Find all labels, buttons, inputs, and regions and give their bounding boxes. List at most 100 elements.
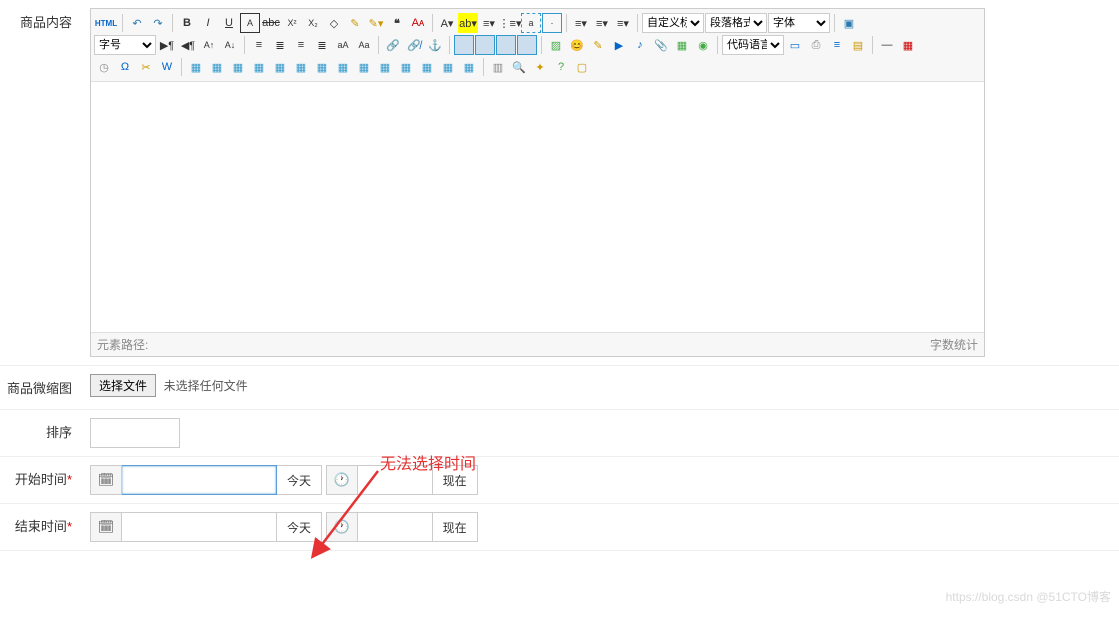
clock-icon[interactable]: 🕐 (326, 465, 358, 495)
to-lower-button[interactable]: Aa (354, 35, 374, 55)
code-lang-select[interactable]: 代码语言 (722, 35, 784, 55)
bold-button[interactable]: B (177, 13, 197, 33)
start-today-button[interactable]: 今天 (277, 465, 322, 495)
html-source-button[interactable]: HTML (94, 13, 118, 33)
end-time-input[interactable] (358, 512, 433, 542)
help-button[interactable]: ? (551, 57, 571, 77)
row-before-button[interactable]: ▦ (228, 57, 248, 77)
end-now-button[interactable]: 现在 (433, 512, 478, 542)
end-date-input[interactable] (122, 512, 277, 542)
merge-right-button[interactable]: ▦ (375, 57, 395, 77)
quote-button[interactable]: ❝ (387, 13, 407, 33)
template-button[interactable]: ▤ (848, 35, 868, 55)
choose-file-button[interactable]: 选择文件 (90, 374, 156, 397)
sup-button[interactable]: X² (282, 13, 302, 33)
gmap-button[interactable]: ◉ (693, 35, 713, 55)
time-button[interactable]: ◷ (94, 57, 114, 77)
indent-button[interactable]: ▶¶ (157, 35, 177, 55)
sub-button[interactable]: X₂ (303, 13, 323, 33)
strike-button[interactable]: abc (261, 13, 281, 33)
map-button[interactable]: ▦ (672, 35, 692, 55)
back-color-button[interactable]: ab▾ (458, 13, 478, 33)
hr-button[interactable]: — (877, 35, 897, 55)
table-del-button[interactable]: ▦ (207, 57, 227, 77)
page-break-button[interactable]: ≡ (827, 35, 847, 55)
autotype-button[interactable]: ✎▾ (366, 13, 386, 33)
redo-button[interactable]: ↷ (148, 13, 168, 33)
draft-button[interactable]: ▢ (572, 57, 592, 77)
row-after-button[interactable]: ▦ (249, 57, 269, 77)
merge-down-button[interactable]: ▦ (396, 57, 416, 77)
split-row-button[interactable]: ▦ (438, 57, 458, 77)
insert-image-button[interactable]: ▨ (546, 35, 566, 55)
align-center-button[interactable]: ≣ (270, 35, 290, 55)
image-right-button[interactable] (496, 35, 516, 55)
ordered-list-button[interactable]: ≡▾ (479, 13, 499, 33)
row-del-button[interactable]: ▦ (270, 57, 290, 77)
font-up-button[interactable]: A↑ (199, 35, 219, 55)
image-left-button[interactable] (475, 35, 495, 55)
font-family-select[interactable]: 字体 (768, 13, 830, 33)
col-after-button[interactable]: ▦ (312, 57, 332, 77)
scrawl-button[interactable]: ✎ (588, 35, 608, 55)
italic-button[interactable]: I (198, 13, 218, 33)
clock-icon[interactable]: 🕐 (326, 512, 358, 542)
calendar-icon[interactable]: 🗓 (90, 465, 122, 495)
split-col-button[interactable]: ▦ (459, 57, 479, 77)
font-size-select[interactable]: 字号 (94, 35, 156, 55)
sort-input[interactable] (90, 418, 180, 448)
frame-button[interactable]: ▭ (785, 35, 805, 55)
replace-button[interactable]: ✦ (530, 57, 550, 77)
snap-button[interactable]: ✂ (136, 57, 156, 77)
outdent-button[interactable]: ◀¶ (178, 35, 198, 55)
emoji-button[interactable]: 😊 (567, 35, 587, 55)
clear-button[interactable]: · (542, 13, 562, 33)
image-center-button[interactable] (517, 35, 537, 55)
word-button[interactable]: W (157, 57, 177, 77)
split-cell-button[interactable]: ▦ (417, 57, 437, 77)
end-today-button[interactable]: 今天 (277, 512, 322, 542)
undo-button[interactable]: ↶ (127, 13, 147, 33)
font-border-button[interactable]: A (240, 13, 260, 33)
date-button[interactable]: ▦ (898, 35, 918, 55)
video-button[interactable]: ▶ (609, 35, 629, 55)
custom-icon-select[interactable]: 自定义标 (642, 13, 704, 33)
spechar-button[interactable]: Ω (115, 57, 135, 77)
unordered-list-button[interactable]: ⋮≡▾ (500, 13, 520, 33)
editor-body[interactable] (91, 82, 984, 332)
col-del-button[interactable]: ▦ (333, 57, 353, 77)
anchor-button[interactable]: ⚓ (425, 35, 445, 55)
eraser-button[interactable]: ◇ (324, 13, 344, 33)
align-justify-button[interactable]: ≣ (312, 35, 332, 55)
row-spacing-button[interactable]: ≡▾ (571, 13, 591, 33)
select-all-button[interactable]: a (521, 13, 541, 33)
image-none-button[interactable] (454, 35, 474, 55)
start-time-input[interactable] (358, 465, 433, 495)
table-button[interactable]: ▦ (186, 57, 206, 77)
chart-button[interactable]: ▥ (488, 57, 508, 77)
unlink-button[interactable]: 🔗̸ (404, 35, 424, 55)
attach-button[interactable]: 📎 (651, 35, 671, 55)
align-right-button[interactable]: ≡ (291, 35, 311, 55)
ltr-button[interactable]: ≡▾ (613, 13, 633, 33)
font-case-button[interactable]: Aᴀ (408, 13, 428, 33)
merge-cell-button[interactable]: ▦ (354, 57, 374, 77)
fore-color-button[interactable]: A▾ (437, 13, 457, 33)
font-down-button[interactable]: A↓ (220, 35, 240, 55)
to-upper-button[interactable]: aA (333, 35, 353, 55)
paragraph-format-select[interactable]: 段落格式 (705, 13, 767, 33)
align-left-button[interactable]: ≡ (249, 35, 269, 55)
fullscreen-button[interactable]: ▣ (839, 13, 859, 33)
underline-button[interactable]: U (219, 13, 239, 33)
link-button[interactable]: 🔗 (383, 35, 403, 55)
calendar-icon[interactable]: 🗓 (90, 512, 122, 542)
line-height-button[interactable]: ≡▾ (592, 13, 612, 33)
word-count[interactable]: 字数统计 (930, 336, 978, 353)
format-brush-button[interactable]: ✎ (345, 13, 365, 33)
col-before-button[interactable]: ▦ (291, 57, 311, 77)
start-now-button[interactable]: 现在 (433, 465, 478, 495)
start-date-input[interactable] (122, 465, 277, 495)
music-button[interactable]: ♪ (630, 35, 650, 55)
search-button[interactable]: 🔍 (509, 57, 529, 77)
print-button[interactable]: ⎙ (806, 35, 826, 55)
